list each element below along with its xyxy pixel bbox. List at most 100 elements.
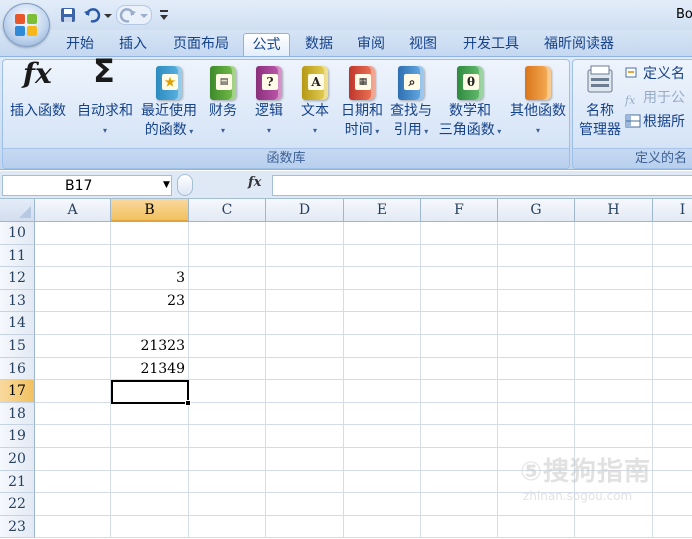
cell[interactable] (421, 222, 498, 245)
cell[interactable] (344, 244, 421, 268)
cell-a16[interactable] (35, 357, 111, 381)
cell-b10[interactable] (111, 222, 189, 245)
tab-developer[interactable]: 开发工具 (454, 33, 528, 56)
row-header[interactable]: 14 (0, 312, 35, 335)
cell[interactable] (189, 267, 266, 290)
cell[interactable] (498, 515, 575, 539)
cell-a15[interactable] (35, 335, 111, 358)
cell[interactable] (421, 402, 498, 426)
undo-icon[interactable] (82, 5, 114, 25)
cell[interactable] (266, 515, 344, 539)
cell-b20[interactable] (111, 448, 189, 471)
cell[interactable] (266, 380, 344, 403)
save-icon[interactable] (58, 5, 78, 25)
cell[interactable] (189, 289, 266, 313)
tab-view[interactable]: 视图 (400, 33, 446, 56)
cell[interactable] (344, 267, 421, 290)
cell[interactable] (266, 222, 344, 245)
cell[interactable] (344, 493, 421, 516)
cell[interactable] (498, 335, 575, 358)
cell[interactable] (575, 312, 653, 335)
cell[interactable] (266, 402, 344, 426)
column-header-d[interactable]: D (266, 199, 344, 222)
cell[interactable] (266, 493, 344, 516)
cell[interactable] (344, 402, 421, 426)
cell[interactable] (575, 515, 653, 539)
cell[interactable] (266, 267, 344, 290)
cell[interactable] (421, 335, 498, 358)
insert-function-button[interactable]: fx 插入函数 (5, 60, 71, 148)
cell[interactable] (189, 425, 266, 448)
cell[interactable] (575, 267, 653, 290)
row-header[interactable]: 11 (0, 244, 35, 268)
cell[interactable] (421, 448, 498, 471)
name-box[interactable]: B17 ▼ (2, 175, 172, 196)
cell[interactable] (421, 357, 498, 381)
cell[interactable] (421, 493, 498, 516)
cell[interactable] (266, 425, 344, 448)
cell-b16[interactable]: 21349 (111, 357, 189, 381)
cell-b21[interactable] (111, 470, 189, 494)
column-header-h[interactable]: H (575, 199, 653, 222)
cell-a12[interactable] (35, 267, 111, 290)
column-header-c[interactable]: C (189, 199, 266, 222)
financial-button[interactable]: ▤ 财务 ▾ (203, 64, 243, 148)
row-header[interactable]: 18 (0, 402, 35, 426)
fill-handle[interactable] (185, 400, 191, 406)
recently-used-button[interactable]: ★ 最近使用 的函数 ▾ (137, 64, 201, 148)
row-header[interactable]: 15 (0, 335, 35, 358)
tab-insert[interactable]: 插入 (110, 33, 156, 56)
autosum-button[interactable]: Σ 自动求和 ▾ (75, 55, 135, 148)
cell-b22[interactable] (111, 493, 189, 516)
cell[interactable] (344, 289, 421, 313)
cell[interactable] (421, 425, 498, 448)
cell[interactable] (189, 335, 266, 358)
cell-a20[interactable] (35, 448, 111, 471)
column-header-b[interactable]: B (111, 199, 189, 222)
cell[interactable] (266, 244, 344, 268)
cell[interactable] (421, 312, 498, 335)
cell-b15[interactable]: 21323 (111, 335, 189, 358)
cell[interactable] (421, 515, 498, 539)
cell[interactable] (498, 402, 575, 426)
tab-page-layout[interactable]: 页面布局 (164, 33, 238, 56)
cell-b12[interactable]: 3 (111, 267, 189, 290)
redo-icon[interactable] (116, 5, 152, 25)
cell[interactable] (266, 357, 344, 381)
cell[interactable] (498, 425, 575, 448)
cell[interactable] (498, 244, 575, 268)
cell[interactable] (575, 425, 653, 448)
cell[interactable] (344, 448, 421, 471)
row-header[interactable]: 20 (0, 448, 35, 471)
tab-data[interactable]: 数据 (296, 33, 342, 56)
tab-foxit-reader[interactable]: 福昕阅读器 (536, 33, 622, 56)
cell[interactable] (575, 222, 653, 245)
date-time-button[interactable]: ▦ 日期和 时间 ▾ (339, 64, 385, 148)
cell-b14[interactable] (111, 312, 189, 335)
cell[interactable] (189, 448, 266, 471)
create-from-selection-button[interactable]: 根据所 (625, 112, 685, 132)
cell-a22[interactable] (35, 493, 111, 516)
cell[interactable] (189, 380, 266, 403)
row-header[interactable]: 19 (0, 425, 35, 448)
cell[interactable] (344, 380, 421, 403)
cell[interactable] (344, 425, 421, 448)
cell-a19[interactable] (35, 425, 111, 448)
cell[interactable] (421, 267, 498, 290)
column-header-g[interactable]: G (498, 199, 575, 222)
cell[interactable] (498, 380, 575, 403)
cell-b19[interactable] (111, 425, 189, 448)
cell[interactable] (266, 289, 344, 313)
row-header[interactable]: 10 (0, 222, 35, 245)
cell[interactable] (421, 470, 498, 494)
lookup-reference-button[interactable]: ⌕ 查找与 引用 ▾ (387, 64, 435, 148)
cell[interactable] (189, 515, 266, 539)
row-header[interactable]: 17 (0, 380, 35, 403)
cell-a14[interactable] (35, 312, 111, 335)
more-functions-button[interactable]: 其他函数 ▾ (507, 64, 569, 148)
select-all-corner[interactable] (0, 199, 35, 222)
formula-input[interactable] (272, 175, 692, 196)
active-cell-selection[interactable] (111, 380, 189, 404)
cell[interactable] (344, 515, 421, 539)
cell[interactable] (344, 357, 421, 381)
